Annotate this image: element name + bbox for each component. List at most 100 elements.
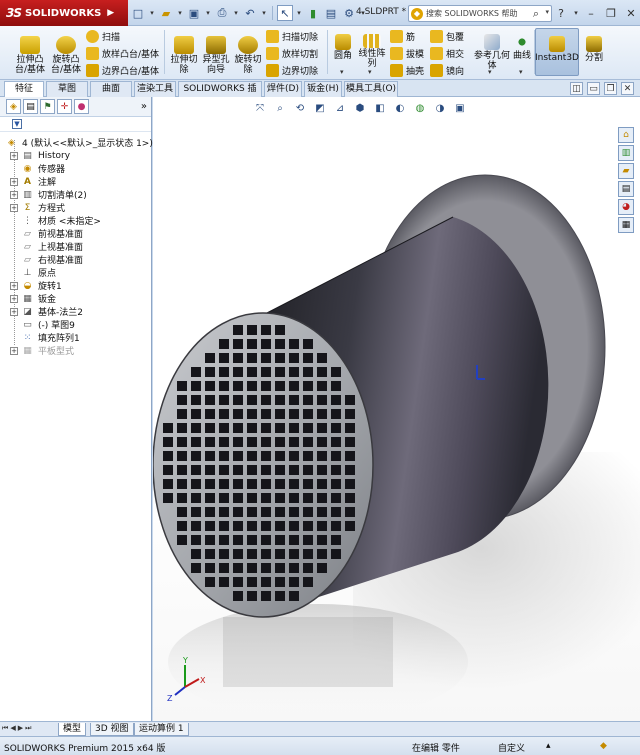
search-dropdown-icon[interactable]: ▾ xyxy=(545,8,549,16)
rib-button[interactable]: 筋 xyxy=(390,28,415,44)
new-file-icon[interactable]: □ xyxy=(130,5,146,21)
tree-item-cut-list[interactable]: + ▥ 切割清单(2) xyxy=(0,188,151,201)
tree-item-equations[interactable]: + Σ 方程式 xyxy=(0,201,151,214)
undo-dropdown-icon[interactable]: ▾ xyxy=(260,5,268,21)
tab-model[interactable]: 模型 xyxy=(58,723,87,736)
pattern-dropdown-icon[interactable]: ▾ xyxy=(368,68,372,76)
tree-item-material[interactable]: ⋮ 材质 <未指定> xyxy=(0,214,151,228)
tree-item-front-plane[interactable]: ▱ 前视基准面 xyxy=(0,227,151,241)
fillet-button[interactable]: 圆角 xyxy=(330,34,356,61)
tab-surfaces[interactable]: 曲面 xyxy=(90,81,132,97)
mirror-button[interactable]: 镜向 xyxy=(430,62,464,78)
save-icon[interactable]: ▣ xyxy=(186,5,202,21)
filter-icon[interactable]: ▼ xyxy=(12,119,22,129)
tree-item-sensors[interactable]: ◉ 传感器 xyxy=(0,162,151,176)
linear-pattern-button[interactable]: 线性阵列 xyxy=(356,34,388,69)
help-search-box[interactable]: ◆ 搜索 SOLIDWORKS 帮助 ⌕ ▾ xyxy=(408,5,552,22)
tab-sheet-metal[interactable]: 钣金(H) xyxy=(304,81,342,97)
solidworks-menu-button[interactable]: 3S SOLIDWORKS ▶ xyxy=(0,0,128,26)
tree-item-sheet-metal[interactable]: + ▦ 钣金 xyxy=(0,292,151,305)
more-tabs-icon[interactable]: » xyxy=(141,101,147,112)
reference-geometry-button[interactable]: 参考几何体 xyxy=(474,34,510,71)
print-dropdown-icon[interactable]: ▾ xyxy=(232,5,240,21)
help-dropdown-icon[interactable]: ▾ xyxy=(572,4,580,22)
swept-cut-button[interactable]: 扫描切除 xyxy=(266,28,318,44)
tree-item-annotations[interactable]: + A 注解 xyxy=(0,175,151,188)
doc-maximize-icon[interactable]: ❐ xyxy=(604,82,617,95)
close-button[interactable]: ✕ xyxy=(622,4,640,22)
curves-button[interactable]: 曲线 xyxy=(510,34,534,61)
file-properties-icon[interactable]: ▤ xyxy=(323,5,339,21)
wrap-button[interactable]: 包覆 xyxy=(430,28,464,44)
hole-wizard-button[interactable]: 异型孔向导 xyxy=(200,36,232,75)
tab-mold-tools[interactable]: 模具工具(O) xyxy=(344,81,398,97)
expand-icon[interactable]: + xyxy=(10,346,18,355)
revolve-boss-button[interactable]: 旋转凸台/基体 xyxy=(48,36,84,75)
split-button[interactable]: 分割 xyxy=(582,36,606,63)
save-dropdown-icon[interactable]: ▾ xyxy=(204,5,212,21)
scroll-prev-icon[interactable]: ◀ xyxy=(10,724,15,733)
print-icon[interactable]: ⎙ xyxy=(214,5,230,21)
expand-icon[interactable]: + xyxy=(10,177,18,186)
boundary-cut-button[interactable]: 边界切除 xyxy=(266,62,318,78)
graphics-area[interactable]: ⤧ ⌕ ⟲ ◩ ⊿ ⬢ ◧ ◐ ◍ ◑ ▣ ⌂ ▥ ▰ ▤ ◕ ▦ Y X Z xyxy=(153,97,640,721)
rebuild-status-icon[interactable]: ◆ xyxy=(600,741,607,751)
intersect-button[interactable]: 相交 xyxy=(430,45,464,61)
units-dropdown-icon[interactable]: ▴ xyxy=(546,741,551,751)
tree-item-flat-pattern[interactable]: + ▦ 平板型式 xyxy=(0,344,151,357)
draft-button[interactable]: 拔模 xyxy=(390,45,424,61)
tree-item-origin[interactable]: ⊥ 原点 xyxy=(0,266,151,280)
lofted-cut-button[interactable]: 放样切割 xyxy=(266,45,318,61)
expand-icon[interactable]: + xyxy=(10,307,18,316)
tree-item-revolve1[interactable]: + ◒ 旋转1 xyxy=(0,279,151,292)
shell-button[interactable]: 抽壳 xyxy=(390,62,424,78)
tab-weldments[interactable]: 焊件(D) xyxy=(264,81,302,97)
scroll-last-icon[interactable]: ⏭ xyxy=(25,724,31,733)
tab-3d-views[interactable]: 3D 视图 xyxy=(90,723,134,736)
reference-dropdown-icon[interactable]: ▾ xyxy=(488,68,492,76)
tree-item-base-flange[interactable]: + ◪ 基体-法兰2 xyxy=(0,305,151,318)
feature-manager-tab-icon[interactable]: ◈ xyxy=(6,99,21,114)
configuration-manager-tab-icon[interactable]: ⚑ xyxy=(40,99,55,114)
select-cursor-icon[interactable]: ↖ xyxy=(277,5,293,21)
restore-button[interactable]: ❐ xyxy=(602,4,620,22)
open-dropdown-icon[interactable]: ▾ xyxy=(176,5,184,21)
expand-icon[interactable]: + xyxy=(10,294,18,303)
rebuild-icon[interactable]: ▮ xyxy=(305,5,321,21)
display-manager-tab-icon[interactable]: ● xyxy=(74,99,89,114)
expand-icon[interactable]: + xyxy=(10,190,18,199)
tree-item-top-plane[interactable]: ▱ 上视基准面 xyxy=(0,240,151,254)
tree-item-right-plane[interactable]: ▱ 右视基准面 xyxy=(0,253,151,267)
property-manager-tab-icon[interactable]: ▤ xyxy=(23,99,38,114)
fillet-dropdown-icon[interactable]: ▾ xyxy=(340,68,344,76)
revolve-cut-button[interactable]: 旋转切除 xyxy=(232,36,264,75)
search-scope-icon[interactable]: ◆ xyxy=(411,7,423,20)
expand-icon[interactable]: + xyxy=(10,281,18,290)
tab-motion-study[interactable]: 运动算例 1 xyxy=(134,723,189,736)
tree-item-history[interactable]: + ▤ History xyxy=(0,149,151,162)
boundary-boss-button[interactable]: 边界凸台/基体 xyxy=(86,62,159,78)
curves-dropdown-icon[interactable]: ▾ xyxy=(519,68,523,76)
new-dropdown-icon[interactable]: ▾ xyxy=(148,5,156,21)
options-gear-icon[interactable]: ⚙ xyxy=(341,5,357,21)
tree-root[interactable]: ◈ 4 (默认<<默认>_显示状态 1>) xyxy=(0,136,153,150)
tree-item-sketch9[interactable]: ▭ (-) 草图9 xyxy=(0,318,151,332)
tab-solidworks-addins[interactable]: SOLIDWORKS 插件 xyxy=(178,81,262,109)
undo-icon[interactable]: ↶ xyxy=(242,5,258,21)
dimxpert-tab-icon[interactable]: ✛ xyxy=(57,99,72,114)
select-dropdown-icon[interactable]: ▾ xyxy=(295,5,303,21)
minimize-button[interactable]: – xyxy=(582,4,600,22)
scroll-first-icon[interactable]: ⏮ xyxy=(2,724,8,733)
tab-render-tools[interactable]: 渲染工具 xyxy=(134,81,176,97)
expand-icon[interactable]: + xyxy=(10,203,18,212)
doc-minimize-icon[interactable]: ▭ xyxy=(587,82,600,95)
doc-restore-icon[interactable]: ◫ xyxy=(570,82,583,95)
open-folder-icon[interactable]: ▰ xyxy=(158,5,174,21)
loft-button[interactable]: 放样凸台/基体 xyxy=(86,45,159,61)
boss-extrude-button[interactable]: 拉伸凸台/基体 xyxy=(12,36,48,75)
doc-close-icon[interactable]: ✕ xyxy=(621,82,634,95)
units-status[interactable]: 自定义 xyxy=(498,741,525,754)
tab-features[interactable]: 特征 xyxy=(4,81,44,98)
tree-item-fill-pattern[interactable]: ⁙ 填充阵列1 xyxy=(0,331,151,345)
help-icon[interactable]: ? xyxy=(552,4,570,22)
